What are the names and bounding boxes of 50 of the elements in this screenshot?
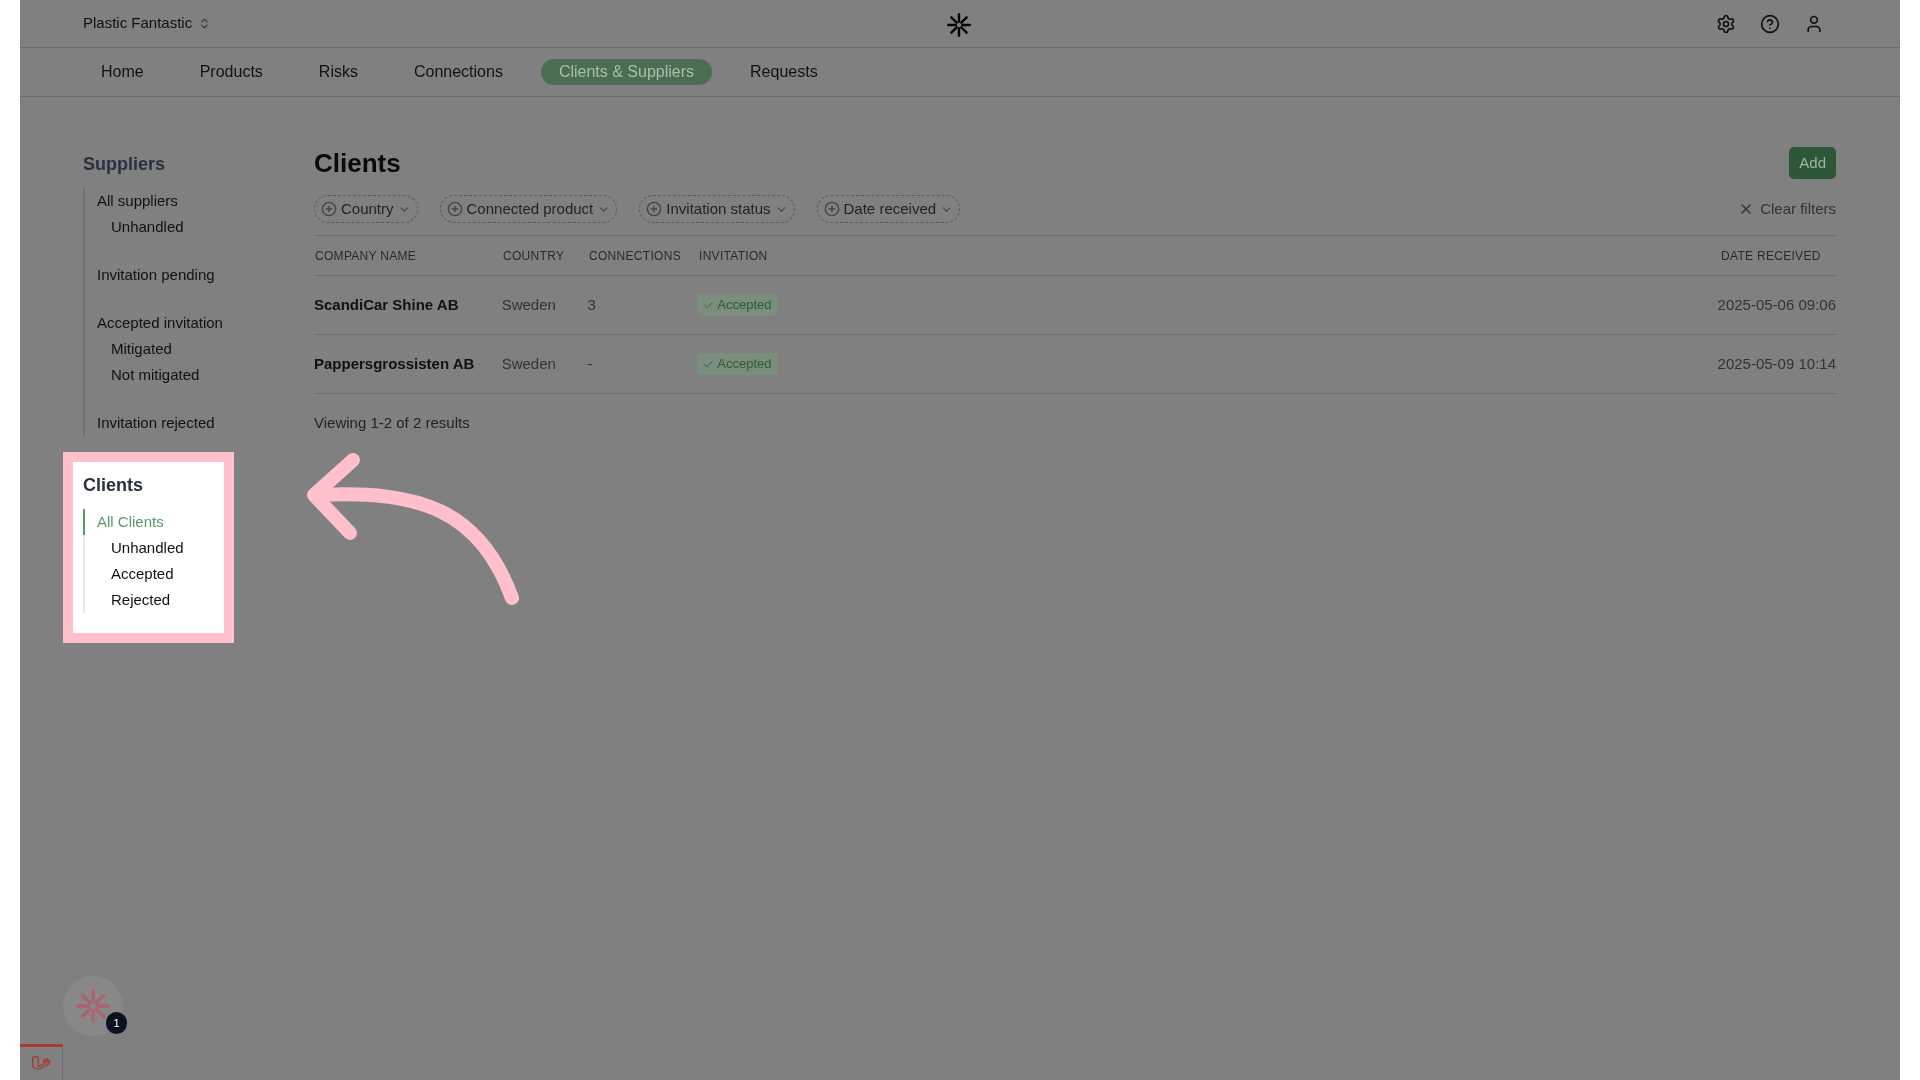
- table-cell-text: ScandiCar Shine AB: [314, 294, 460, 315]
- plus-icon: [823, 201, 840, 217]
- sidebar-item[interactable]: Invitation rejected: [85, 410, 215, 436]
- table-cell-text: Pappersgrossisten AB: [314, 353, 476, 374]
- check-icon: [703, 358, 715, 370]
- help-icon[interactable]: [1760, 13, 1780, 34]
- sidebar-item[interactable]: Accepted invitation: [85, 310, 223, 336]
- table-cell-text: 2025-05-06 09:06: [1717, 294, 1836, 315]
- sidebar-item[interactable]: All Clients: [85, 509, 164, 535]
- plus-icon: [646, 201, 663, 217]
- workspace-name[interactable]: Plastic Fantastic: [83, 12, 193, 35]
- sidebar-item[interactable]: Invitation pending: [85, 262, 215, 288]
- sidebar-heading: Suppliers: [83, 153, 167, 176]
- column-header: COUNTRY: [502, 247, 566, 265]
- nav-tab[interactable]: Clients & Suppliers: [540, 59, 713, 85]
- nav-tab[interactable]: Products: [181, 59, 281, 85]
- logo-icon: [946, 12, 972, 38]
- sidebar-item[interactable]: Accepted: [85, 561, 174, 587]
- page-title: Clients: [314, 146, 401, 180]
- status-badge: Accepted: [697, 294, 778, 316]
- column-header: COMPANY NAME: [314, 247, 418, 265]
- sidebar-item[interactable]: Not mitigated: [85, 362, 200, 388]
- plus-icon: [446, 201, 463, 217]
- sparkle-icon: [75, 988, 111, 1024]
- table-cell-text: 2025-05-09 10:14: [1717, 353, 1836, 374]
- add-button[interactable]: Add: [1789, 147, 1836, 179]
- table-cell-text: Sweden: [501, 294, 557, 315]
- results-count: Viewing 1-2 of 2 results: [314, 413, 471, 433]
- sidebar-item[interactable]: Mitigated: [85, 336, 172, 362]
- table-cell-text: Sweden: [501, 353, 557, 374]
- table-cell-text: 3: [587, 294, 597, 315]
- check-icon: [703, 299, 715, 311]
- clear-filters-button[interactable]: Clear filters: [1738, 197, 1836, 221]
- table-cell-text: -: [587, 353, 594, 374]
- sidebar-item[interactable]: All suppliers: [85, 188, 178, 214]
- user-icon[interactable]: [1804, 13, 1824, 34]
- sidebar-heading: Clients: [83, 474, 144, 497]
- column-header: INVITATION: [698, 247, 769, 265]
- nav-tab[interactable]: Connections: [395, 59, 521, 85]
- status-badge: Accepted: [697, 353, 778, 375]
- column-header: CONNECTIONS: [588, 247, 682, 265]
- column-header: DATE RECEIVED: [1720, 247, 1822, 265]
- settings-icon[interactable]: [1716, 13, 1736, 34]
- sidebar-item[interactable]: Unhandled: [85, 535, 184, 561]
- nav-tab[interactable]: Requests: [732, 59, 836, 85]
- nav-tab[interactable]: Risks: [300, 59, 376, 85]
- plus-icon: [321, 201, 337, 217]
- sidebar-item[interactable]: Unhandled: [85, 214, 184, 240]
- sidebar-item[interactable]: Rejected: [85, 587, 171, 613]
- nav-tab[interactable]: Home: [83, 59, 162, 85]
